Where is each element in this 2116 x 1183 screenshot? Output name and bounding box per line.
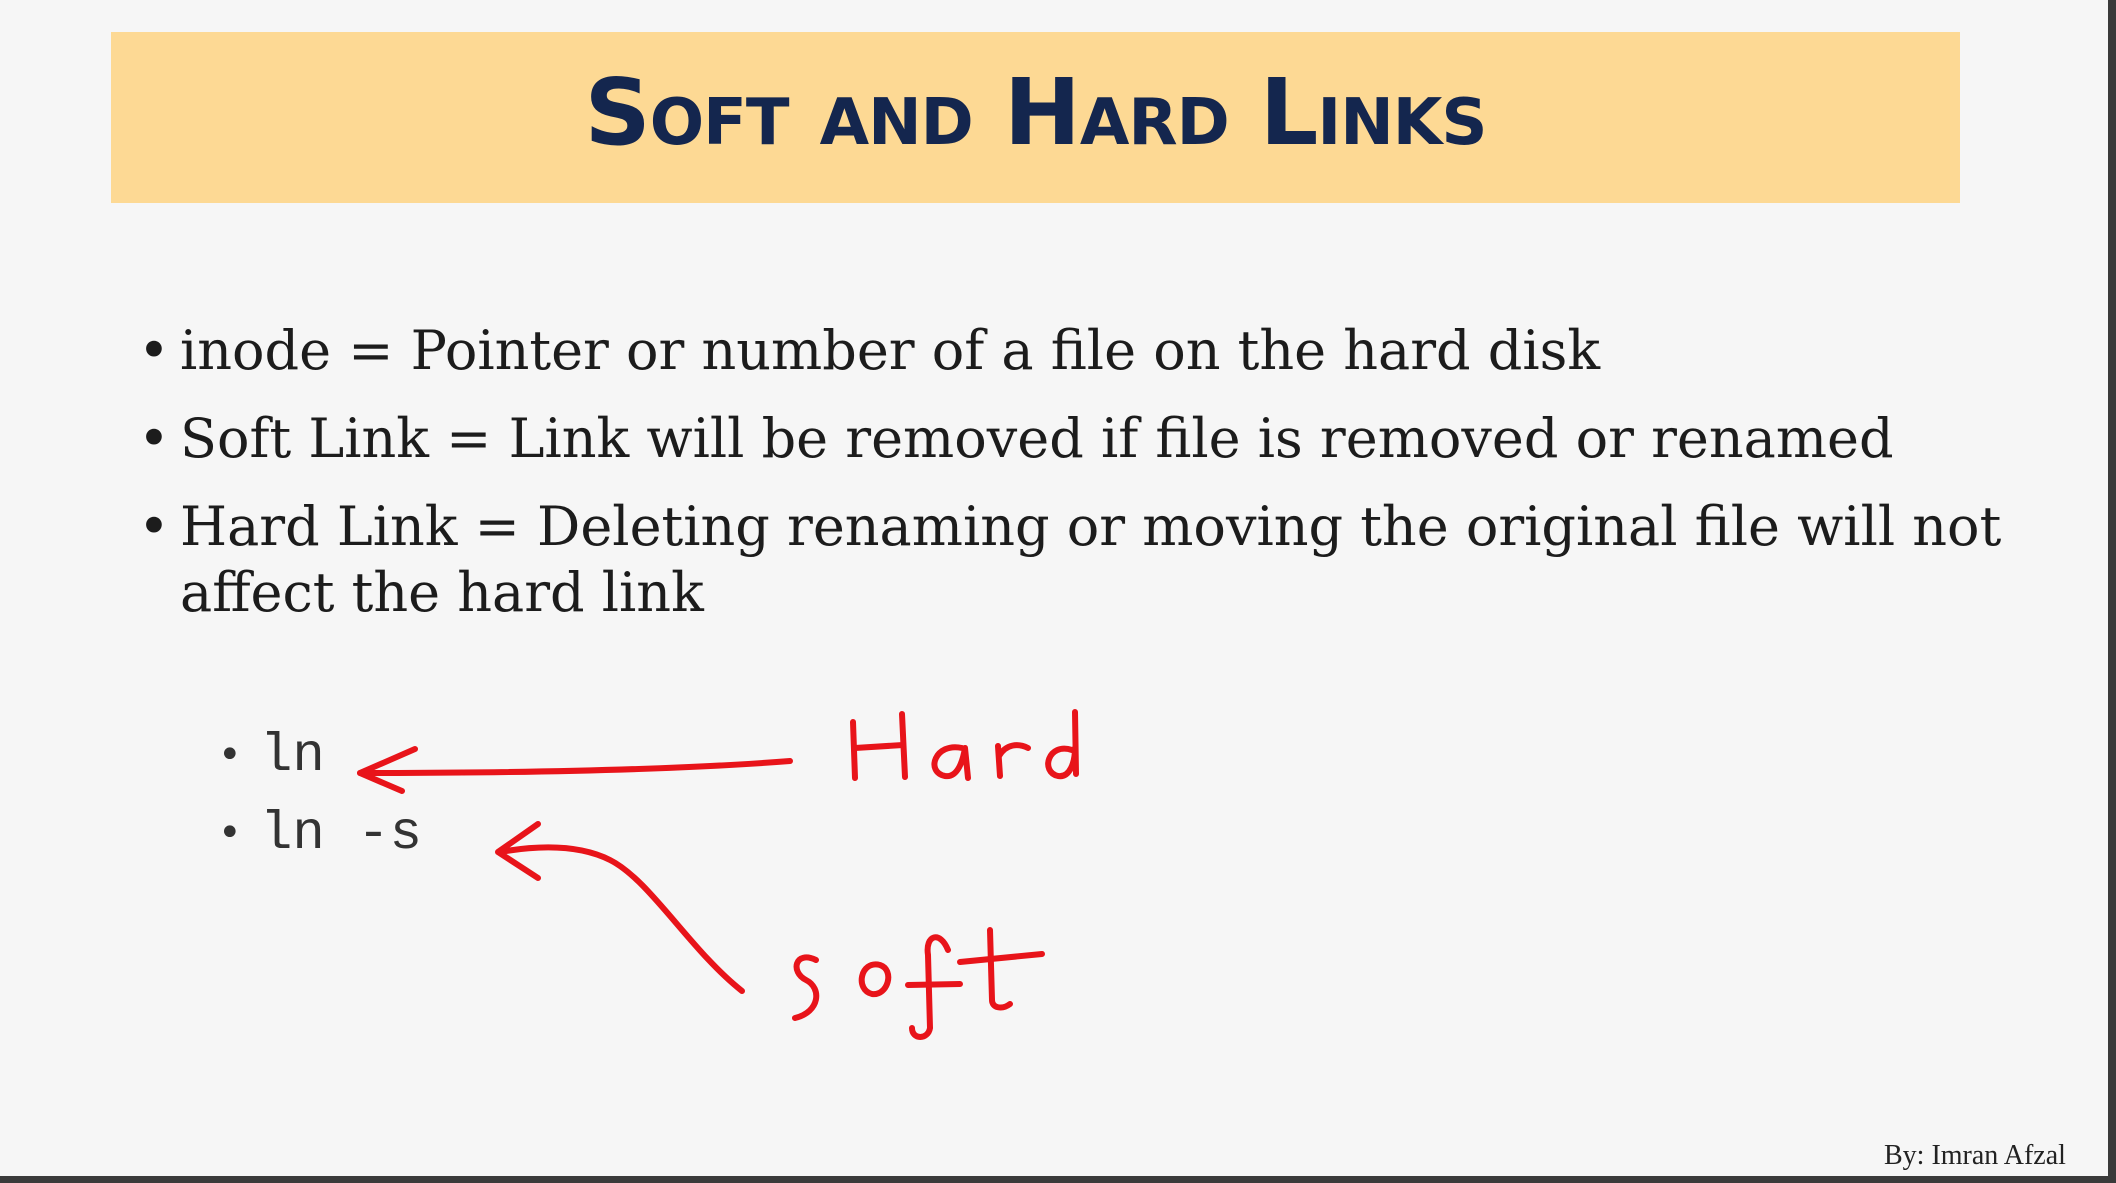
hard-arrow-shaft	[357, 758, 793, 776]
soft-handwriting	[792, 927, 1045, 1040]
hard-handwriting	[850, 709, 1079, 781]
window-edge-bottom	[0, 1176, 2116, 1183]
window-edge-right	[2108, 0, 2116, 1183]
pen-annotations	[357, 709, 1079, 1040]
soft-arrow-shaft	[497, 844, 745, 994]
author-footer: By: Imran Afzal	[1884, 1140, 2066, 1171]
slide: Soft and Hard Links inode = Pointer or n…	[0, 0, 2108, 1176]
